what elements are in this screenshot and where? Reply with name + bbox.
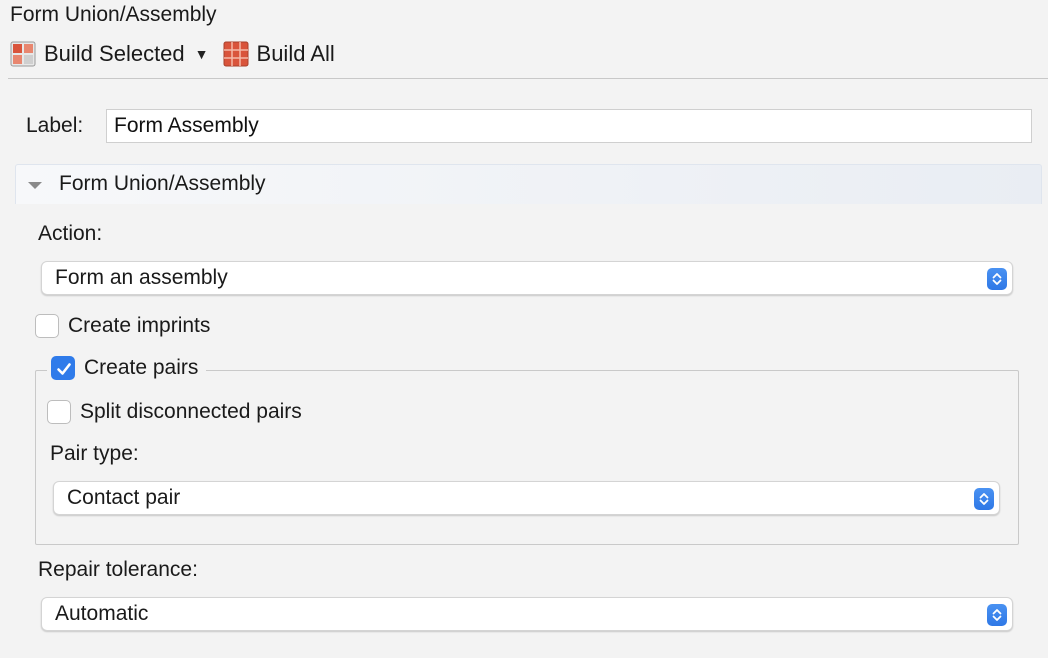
collapse-caret-icon[interactable] xyxy=(28,182,42,189)
action-select-value: Form an assembly xyxy=(55,266,228,289)
select-stepper-icon xyxy=(987,604,1007,626)
create-imprints-label: Create imprints xyxy=(68,314,211,337)
create-pairs-group xyxy=(35,370,1019,545)
repair-tolerance-label: Repair tolerance: xyxy=(38,558,198,581)
section-header[interactable]: Form Union/Assembly xyxy=(15,164,1042,204)
split-disconnected-row[interactable]: Split disconnected pairs xyxy=(47,400,302,424)
action-label: Action: xyxy=(38,222,103,245)
caret-down-icon[interactable]: ▼ xyxy=(195,46,209,62)
pair-type-select-value: Contact pair xyxy=(67,486,181,509)
split-disconnected-label: Split disconnected pairs xyxy=(80,400,302,423)
build-selected-label: Build Selected xyxy=(44,41,185,66)
create-imprints-checkbox[interactable] xyxy=(35,314,59,338)
build-all-label: Build All xyxy=(256,41,335,66)
build-selected-button[interactable]: Build Selected xyxy=(10,38,185,70)
toolbar-divider xyxy=(8,78,1048,79)
section-title: Form Union/Assembly xyxy=(59,172,266,195)
checkmark-icon xyxy=(57,363,71,375)
toolbar: Build Selected ▼ Build All xyxy=(10,38,335,70)
label-row: Label: xyxy=(26,109,1032,143)
build-all-button[interactable]: Build All xyxy=(223,38,335,70)
split-disconnected-checkbox[interactable] xyxy=(47,400,71,424)
label-caption: Label: xyxy=(26,114,84,137)
create-pairs-label: Create pairs xyxy=(84,356,199,379)
action-select[interactable]: Form an assembly xyxy=(41,261,1013,295)
build-all-icon xyxy=(223,41,249,67)
pair-type-label: Pair type: xyxy=(50,442,139,465)
create-pairs-checkbox[interactable] xyxy=(51,356,75,380)
window-title: Form Union/Assembly xyxy=(10,3,217,26)
repair-tolerance-select-value: Automatic xyxy=(55,602,149,625)
select-stepper-icon xyxy=(987,268,1007,290)
create-pairs-row[interactable]: Create pairs xyxy=(47,356,207,380)
label-input[interactable] xyxy=(106,109,1032,143)
repair-tolerance-select[interactable]: Automatic xyxy=(41,597,1013,631)
pair-type-select[interactable]: Contact pair xyxy=(53,481,1000,515)
select-stepper-icon xyxy=(974,488,994,510)
create-imprints-row[interactable]: Create imprints xyxy=(35,314,210,338)
build-selected-icon xyxy=(10,41,36,67)
